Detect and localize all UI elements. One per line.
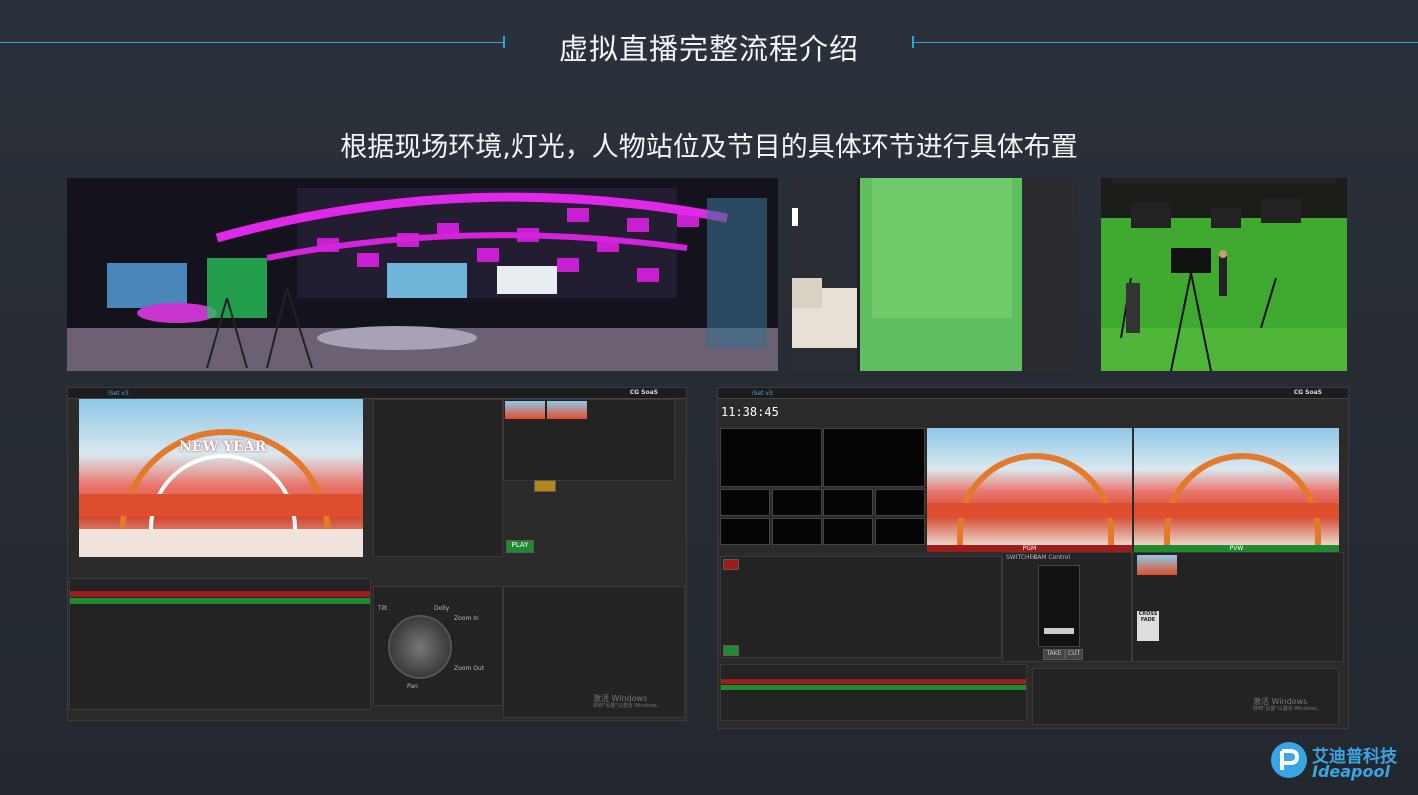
pvw-label-bar: PVW [1134, 545, 1339, 552]
iset-preview-screenshot: iSet v3 CG SoaS NEW YEAR PLAY Tilt Dolly… [67, 387, 687, 721]
shot-button[interactable] [534, 480, 556, 492]
cam-control-tab[interactable]: CAM Control [1033, 554, 1070, 561]
app-titlebar: iSet v3 CG SoaS [68, 388, 686, 399]
scene-thumbnails-panel[interactable] [503, 399, 675, 481]
camera-list-panel [720, 664, 1027, 721]
pgm-monitor [927, 428, 1132, 545]
play-button[interactable]: PLAY [506, 540, 534, 553]
app-title: iSet v3 [108, 390, 129, 397]
app-brand: CG SoaS [1293, 389, 1322, 396]
green-screen-studio-photo [1101, 178, 1347, 371]
program-logo: NEW YEAR [179, 439, 267, 455]
page-title: 虚拟直播完整流程介绍 [558, 32, 859, 66]
take-button[interactable]: TAKE [1043, 649, 1065, 660]
zoom-in-label: Zoom In [454, 615, 479, 622]
clock-display: 11:38:45 [721, 405, 779, 419]
green-screen-corner-photo [792, 178, 1077, 371]
ideapool-logo: 艾迪普科技 Ideapool [1270, 739, 1400, 783]
pgm-bus-active[interactable] [723, 559, 739, 570]
pvw-monitor [1134, 428, 1339, 545]
crossfade-button[interactable]: CROSS FADE [1137, 611, 1159, 641]
cut-button[interactable]: CUT [1065, 649, 1083, 660]
ptz-tilt-label: Tilt [378, 605, 388, 612]
pvw-bus-active[interactable] [723, 645, 739, 656]
app-title: iSet v3 [752, 390, 773, 397]
studio-panorama-photo [67, 178, 778, 371]
pgm-label-bar: PGM [927, 545, 1132, 552]
pgm-bus-panel[interactable] [720, 556, 1002, 658]
ptz-pan-label: Pan [407, 683, 418, 690]
multiview-grid [720, 428, 925, 548]
ideapool-logo-icon [1271, 742, 1307, 778]
iset-switcher-screenshot: iSet v3 CG SoaS 11:38:45 PGM PVW SWITCHE… [717, 387, 1349, 729]
tbar-fader[interactable] [1038, 565, 1080, 647]
switcher-panel[interactable]: SWITCHER CAM Control TAKE CUT [1002, 552, 1132, 662]
brand-name-en: Ideapool [1312, 762, 1390, 781]
camera-list-panel [69, 578, 371, 710]
transition-panel[interactable]: CROSS FADE [1132, 552, 1344, 662]
zoom-out-label: Zoom Out [454, 665, 485, 672]
scene-tree-panel[interactable] [373, 399, 503, 557]
ptz-control-panel[interactable]: Tilt Dolly Pan Zoom In Zoom Out [373, 586, 503, 706]
ptz-joystick[interactable] [388, 615, 452, 679]
ptz-dolly-label: Dolly [434, 605, 450, 612]
program-preview: NEW YEAR [79, 399, 363, 557]
app-titlebar: iSet v3 CG SoaS [718, 388, 1348, 399]
page-subtitle: 根据现场环境,灯光，人物站位及节目的具体环节进行具体布置 [340, 132, 1078, 163]
windows-activation-hint: 转到"设置"以激活 Windows。 [593, 703, 662, 709]
app-brand: CG SoaS [629, 389, 658, 396]
windows-activation-hint: 转到"设置"以激活 Windows。 [1253, 706, 1322, 712]
